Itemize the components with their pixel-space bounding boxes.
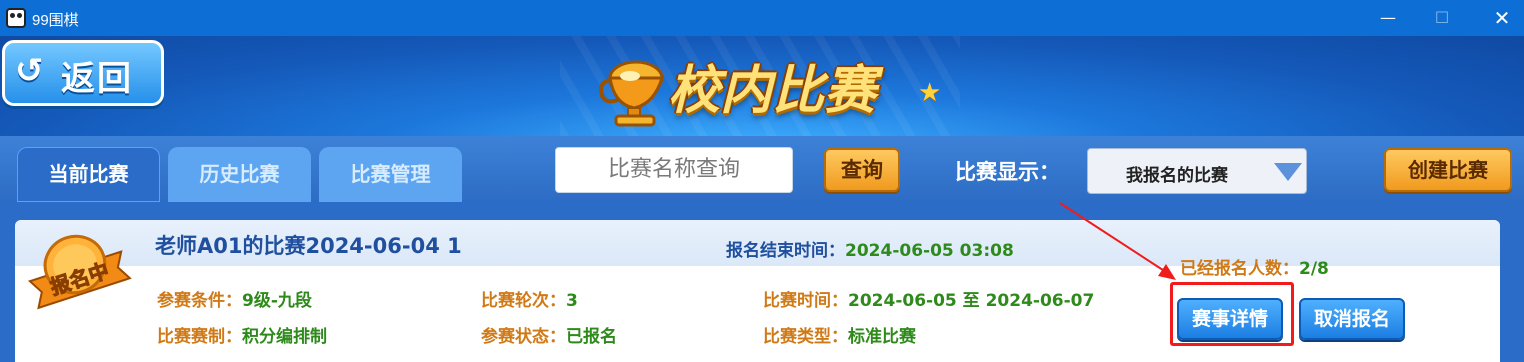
match-type-value: 标准比赛 [848, 327, 916, 347]
match-rounds-key: 比赛轮次： [481, 291, 566, 311]
entry-status-key: 参赛状态： [481, 327, 566, 347]
signup-count-key: 已经报名人数： [1180, 259, 1299, 279]
query-button[interactable]: 查询 [824, 148, 900, 192]
panda-app-icon [6, 8, 26, 28]
match-rounds: 比赛轮次：3 [481, 286, 578, 311]
highlight-box [1170, 282, 1294, 346]
signup-end-time: 报名结束时间：2024-06-05 03:08 [726, 236, 1014, 261]
cancel-signup-button[interactable]: 取消报名 [1299, 298, 1405, 340]
entry-condition-value: 9级-九段 [242, 291, 312, 311]
tab-match-management[interactable]: 比赛管理 [319, 147, 462, 202]
tab-current-matches[interactable]: 当前比赛 [17, 147, 160, 202]
match-type-key: 比赛类型： [763, 327, 848, 347]
entry-condition: 参赛条件：9级-九段 [157, 286, 312, 311]
trophy-icon [599, 60, 665, 127]
minimize-button[interactable]: — [1376, 6, 1400, 30]
chevron-down-icon[interactable] [1274, 163, 1302, 181]
back-button-label: 返回 [61, 59, 133, 99]
match-system-value: 积分编排制 [242, 327, 327, 347]
signup-end-value: 2024-06-05 03:08 [845, 241, 1014, 261]
match-period: 比赛时间：2024-06-05 至 2024-06-07 [763, 286, 1094, 311]
back-button[interactable]: ↺ 返回 [2, 40, 164, 106]
entry-status-value: 已报名 [566, 327, 617, 347]
create-match-button[interactable]: 创建比赛 [1384, 148, 1512, 192]
registering-badge: 报名中 [27, 234, 132, 310]
tab-history-matches[interactable]: 历史比赛 [168, 147, 311, 202]
signup-count-value: 2/8 [1299, 259, 1329, 279]
close-button[interactable]: ✕ [1490, 6, 1514, 30]
entry-condition-key: 参赛条件： [157, 291, 242, 311]
entry-status: 参赛状态：已报名 [481, 322, 617, 347]
signup-count: 已经报名人数：2/8 [1180, 254, 1329, 279]
display-filter-value: 我报名的比赛 [1126, 166, 1228, 186]
match-system-key: 比赛赛制： [157, 327, 242, 347]
signup-end-key: 报名结束时间： [726, 241, 845, 261]
search-input[interactable]: 比赛名称查询 [555, 147, 793, 193]
maximize-button[interactable]: ☐ [1430, 6, 1454, 30]
banner-title: 校内比赛 [668, 61, 877, 121]
display-filter-label: 比赛显示： [955, 160, 1060, 184]
star-icon: ★ [918, 78, 942, 108]
match-title: 老师A01的比赛2024-06-04 1 [155, 234, 462, 258]
match-period-key: 比赛时间： [763, 291, 848, 311]
window-title: 99围棋 [32, 12, 79, 29]
back-arrow-icon: ↺ [15, 51, 44, 91]
display-filter-select[interactable]: 我报名的比赛 [1087, 148, 1307, 194]
window-titlebar: 99围棋 — ☐ ✕ [0, 0, 1524, 36]
match-rounds-value: 3 [566, 291, 578, 311]
match-type: 比赛类型：标准比赛 [763, 322, 916, 347]
match-system: 比赛赛制：积分编排制 [157, 322, 327, 347]
match-period-value: 2024-06-05 至 2024-06-07 [848, 291, 1095, 311]
